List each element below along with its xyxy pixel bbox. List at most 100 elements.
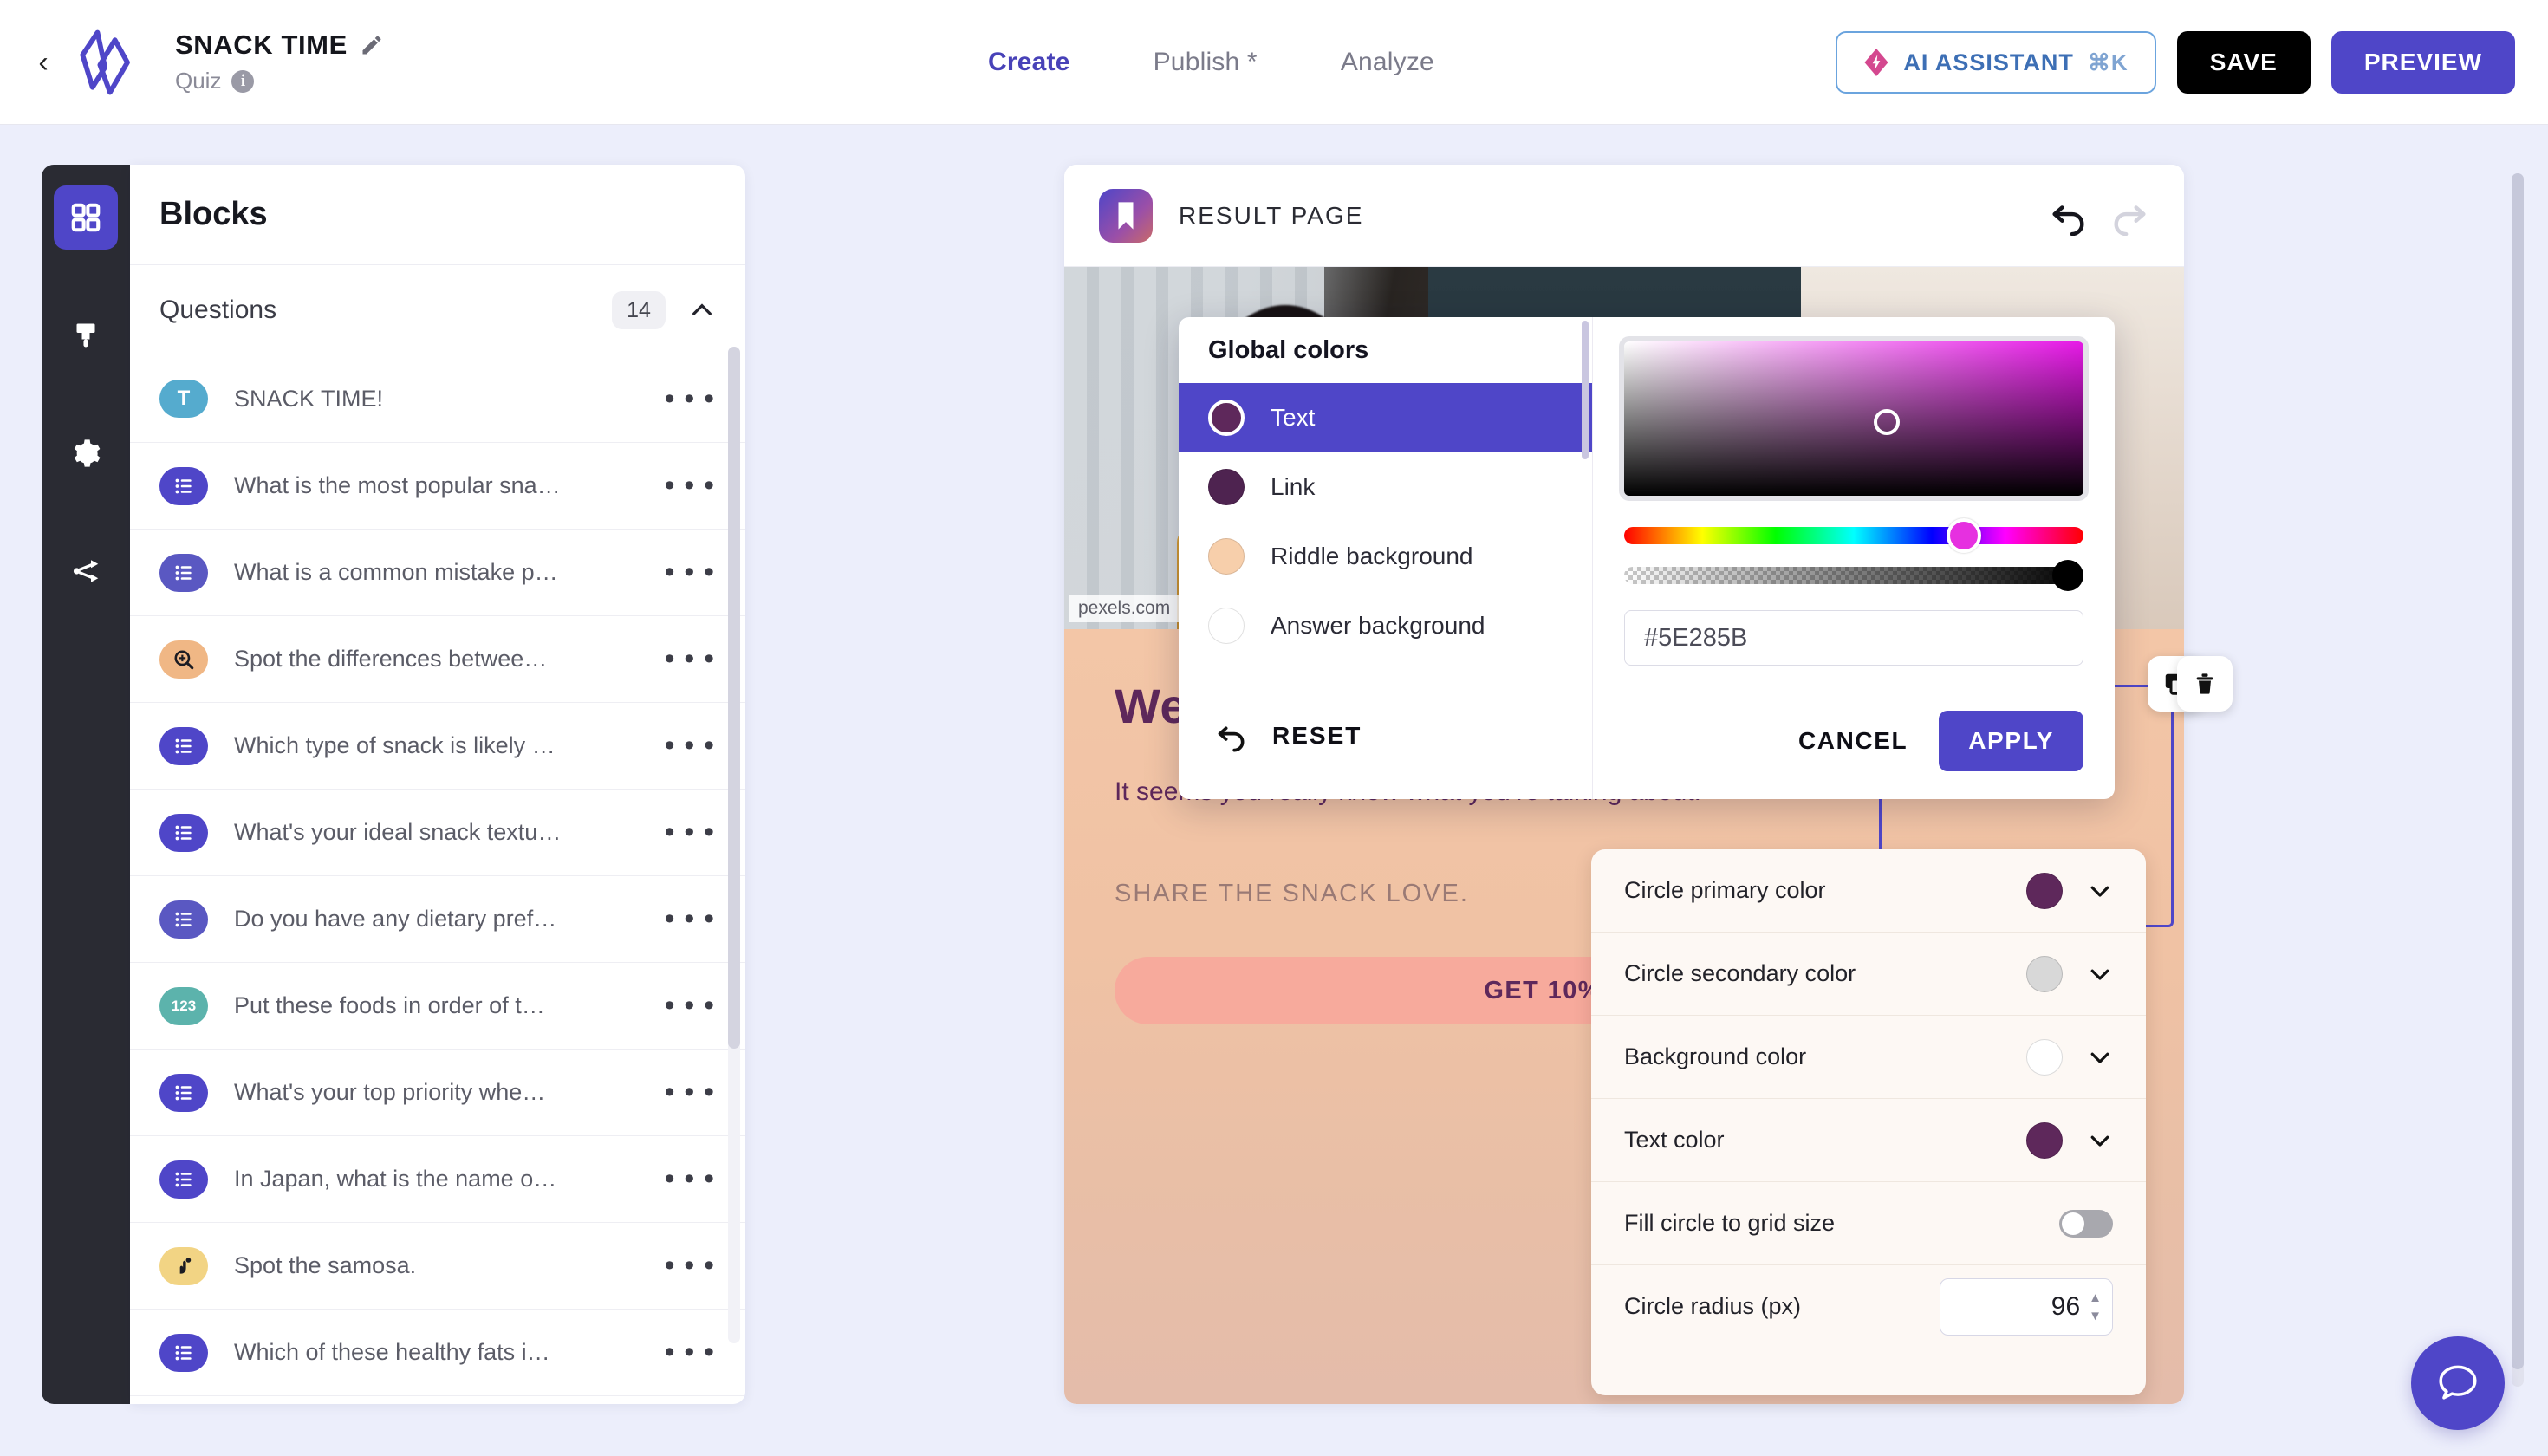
- setting-row-background-color[interactable]: Background color: [1591, 1016, 2146, 1099]
- question-list-item[interactable]: T SNACK TIME! • • •: [130, 355, 745, 442]
- circle-radius-stepper[interactable]: 96 ▲ ▼: [1940, 1278, 2113, 1336]
- question-menu-icon[interactable]: • • •: [665, 557, 716, 588]
- question-list-item[interactable]: Which type of snack is likely … • • •: [130, 702, 745, 789]
- stepper-up-icon[interactable]: ▲: [2089, 1290, 2102, 1305]
- setting-row-circle-primary-color[interactable]: Circle primary color: [1591, 849, 2146, 933]
- question-menu-icon[interactable]: • • •: [665, 1337, 716, 1368]
- setting-row-circle-secondary-color[interactable]: Circle secondary color: [1591, 933, 2146, 1016]
- zoom-in-icon: [159, 640, 208, 679]
- color-swatch[interactable]: [2026, 955, 2063, 992]
- global-color-item[interactable]: Link: [1179, 452, 1592, 522]
- chat-bubble-icon: [2439, 1365, 2477, 1400]
- share-nodes-icon: [73, 560, 99, 582]
- stepper-arrows-icon[interactable]: ▲ ▼: [2089, 1290, 2102, 1323]
- setting-label: Text color: [1624, 1126, 1725, 1153]
- color-swatch: [1208, 400, 1245, 436]
- blocks-scrollbar-thumb[interactable]: [728, 347, 740, 1049]
- chevron-down-icon[interactable]: [2087, 878, 2113, 904]
- question-list-item[interactable]: Do you have any dietary pref… • • •: [130, 875, 745, 962]
- stepper-down-icon[interactable]: ▼: [2089, 1309, 2102, 1323]
- preview-button[interactable]: PREVIEW: [2330, 31, 2515, 94]
- question-menu-icon[interactable]: • • •: [665, 1164, 716, 1194]
- page-title: SNACK TIME: [175, 29, 348, 60]
- ai-assistant-button[interactable]: AI ASSISTANT ⌘K: [1836, 31, 2156, 94]
- color-swatch[interactable]: [2026, 1038, 2063, 1076]
- chevron-down-icon[interactable]: [2087, 961, 2113, 987]
- top-actions: AI ASSISTANT ⌘K SAVE PREVIEW: [1836, 0, 2515, 125]
- rail-item-share[interactable]: [54, 539, 118, 603]
- question-list-item[interactable]: What is the most popular sna… • • •: [130, 442, 745, 529]
- question-menu-icon[interactable]: • • •: [665, 991, 716, 1021]
- chevron-up-icon[interactable]: [688, 296, 716, 324]
- redo-icon[interactable]: [2109, 196, 2149, 236]
- apply-button[interactable]: APPLY: [1939, 711, 2083, 771]
- question-menu-icon[interactable]: • • •: [665, 904, 716, 934]
- bookmark-icon: [1099, 188, 1153, 243]
- global-color-item[interactable]: Answer background(selected and unfocused…: [1179, 660, 1592, 669]
- setting-row-text-color[interactable]: Text color: [1591, 1099, 2146, 1182]
- question-list-item[interactable]: Sweet or savoury (if you had …• • •: [130, 1395, 745, 1404]
- global-color-item[interactable]: Text: [1179, 383, 1592, 452]
- question-list-item[interactable]: Which of these healthy fats i… • • •: [130, 1309, 745, 1395]
- sv-knob[interactable]: [1874, 409, 1900, 435]
- saturation-value-area[interactable]: [1624, 341, 2083, 496]
- question-menu-icon[interactable]: • • •: [665, 731, 716, 761]
- global-color-label: Answer background: [1271, 611, 1485, 639]
- tab-create[interactable]: Create: [988, 48, 1070, 77]
- setting-row-circle-radius[interactable]: Circle radius (px) 96 ▲ ▼: [1591, 1265, 2146, 1349]
- tab-analyze[interactable]: Analyze: [1341, 48, 1434, 77]
- question-list-item[interactable]: 123 Put these foods in order of t… • • •: [130, 962, 745, 1049]
- question-list-item[interactable]: Spot the samosa. • • •: [130, 1222, 745, 1309]
- question-list-item[interactable]: What's your ideal snack textu… • • •: [130, 789, 745, 875]
- chevron-down-icon[interactable]: [2087, 1128, 2113, 1154]
- color-swatch[interactable]: [2026, 1121, 2063, 1159]
- question-label: Which of these healthy fats i…: [234, 1339, 550, 1365]
- tab-publish[interactable]: Publish *: [1154, 48, 1258, 77]
- setting-label: Circle secondary color: [1624, 959, 1856, 986]
- global-color-item[interactable]: Answer background: [1179, 591, 1592, 660]
- question-menu-icon[interactable]: • • •: [665, 817, 716, 848]
- rail-item-design[interactable]: [54, 303, 118, 367]
- brand-logo-icon[interactable]: [68, 23, 147, 102]
- question-menu-icon[interactable]: • • •: [665, 471, 716, 501]
- list-icon: [159, 1073, 208, 1112]
- global-colors-dialog: Global colors Text Link Riddle background A…: [1179, 317, 2115, 799]
- rail-item-blocks[interactable]: [54, 185, 118, 250]
- hue-slider-knob[interactable]: [1947, 518, 1981, 553]
- page-scrollbar-thumb[interactable]: [2512, 173, 2524, 1369]
- question-list-item[interactable]: Spot the differences betwee… • • •: [130, 615, 745, 702]
- color-swatch[interactable]: [2026, 872, 2063, 909]
- color-swatch: [1208, 469, 1245, 505]
- global-color-label: Answer background(selected and unfocused…: [1271, 664, 1543, 669]
- pencil-icon[interactable]: [360, 33, 384, 57]
- question-menu-icon[interactable]: • • •: [665, 644, 716, 674]
- save-button[interactable]: SAVE: [2176, 31, 2311, 94]
- undo-icon[interactable]: [2049, 196, 2089, 236]
- hex-input[interactable]: #5E285B: [1624, 610, 2083, 666]
- reset-button[interactable]: RESET: [1179, 673, 1592, 799]
- list-icon: [159, 466, 208, 505]
- info-icon[interactable]: i: [231, 69, 255, 93]
- setting-row-fill-circle-to-grid-size[interactable]: Fill circle to grid size: [1591, 1182, 2146, 1265]
- question-menu-icon[interactable]: • • •: [665, 1077, 716, 1108]
- question-menu-icon[interactable]: • • •: [665, 1251, 716, 1281]
- back-chevron-icon[interactable]: ‹: [26, 36, 61, 88]
- cancel-button[interactable]: CANCEL: [1798, 727, 1908, 755]
- question-list-item[interactable]: What's your top priority whe… • • •: [130, 1049, 745, 1135]
- rail-item-settings[interactable]: [54, 421, 118, 485]
- dialog-actions: CANCEL APPLY: [1798, 711, 2083, 771]
- delete-button[interactable]: [2177, 656, 2233, 712]
- question-menu-icon[interactable]: • • •: [665, 383, 716, 413]
- global-colors-scrollbar-thumb[interactable]: [1582, 321, 1589, 459]
- global-color-item[interactable]: Riddle background: [1179, 522, 1592, 591]
- hue-slider[interactable]: [1624, 518, 2083, 553]
- fill-circle-toggle[interactable]: [2059, 1209, 2113, 1238]
- question-label: What is the most popular sna…: [234, 472, 561, 498]
- questions-section-header[interactable]: Questions 14: [130, 265, 745, 355]
- question-list-item[interactable]: What is a common mistake p… • • •: [130, 529, 745, 615]
- alpha-slider-knob[interactable]: [2052, 560, 2083, 591]
- question-list-item[interactable]: In Japan, what is the name o… • • •: [130, 1135, 745, 1222]
- chevron-down-icon[interactable]: [2087, 1044, 2113, 1070]
- alpha-slider[interactable]: [1624, 560, 2083, 591]
- chat-support-button[interactable]: [2411, 1336, 2505, 1430]
